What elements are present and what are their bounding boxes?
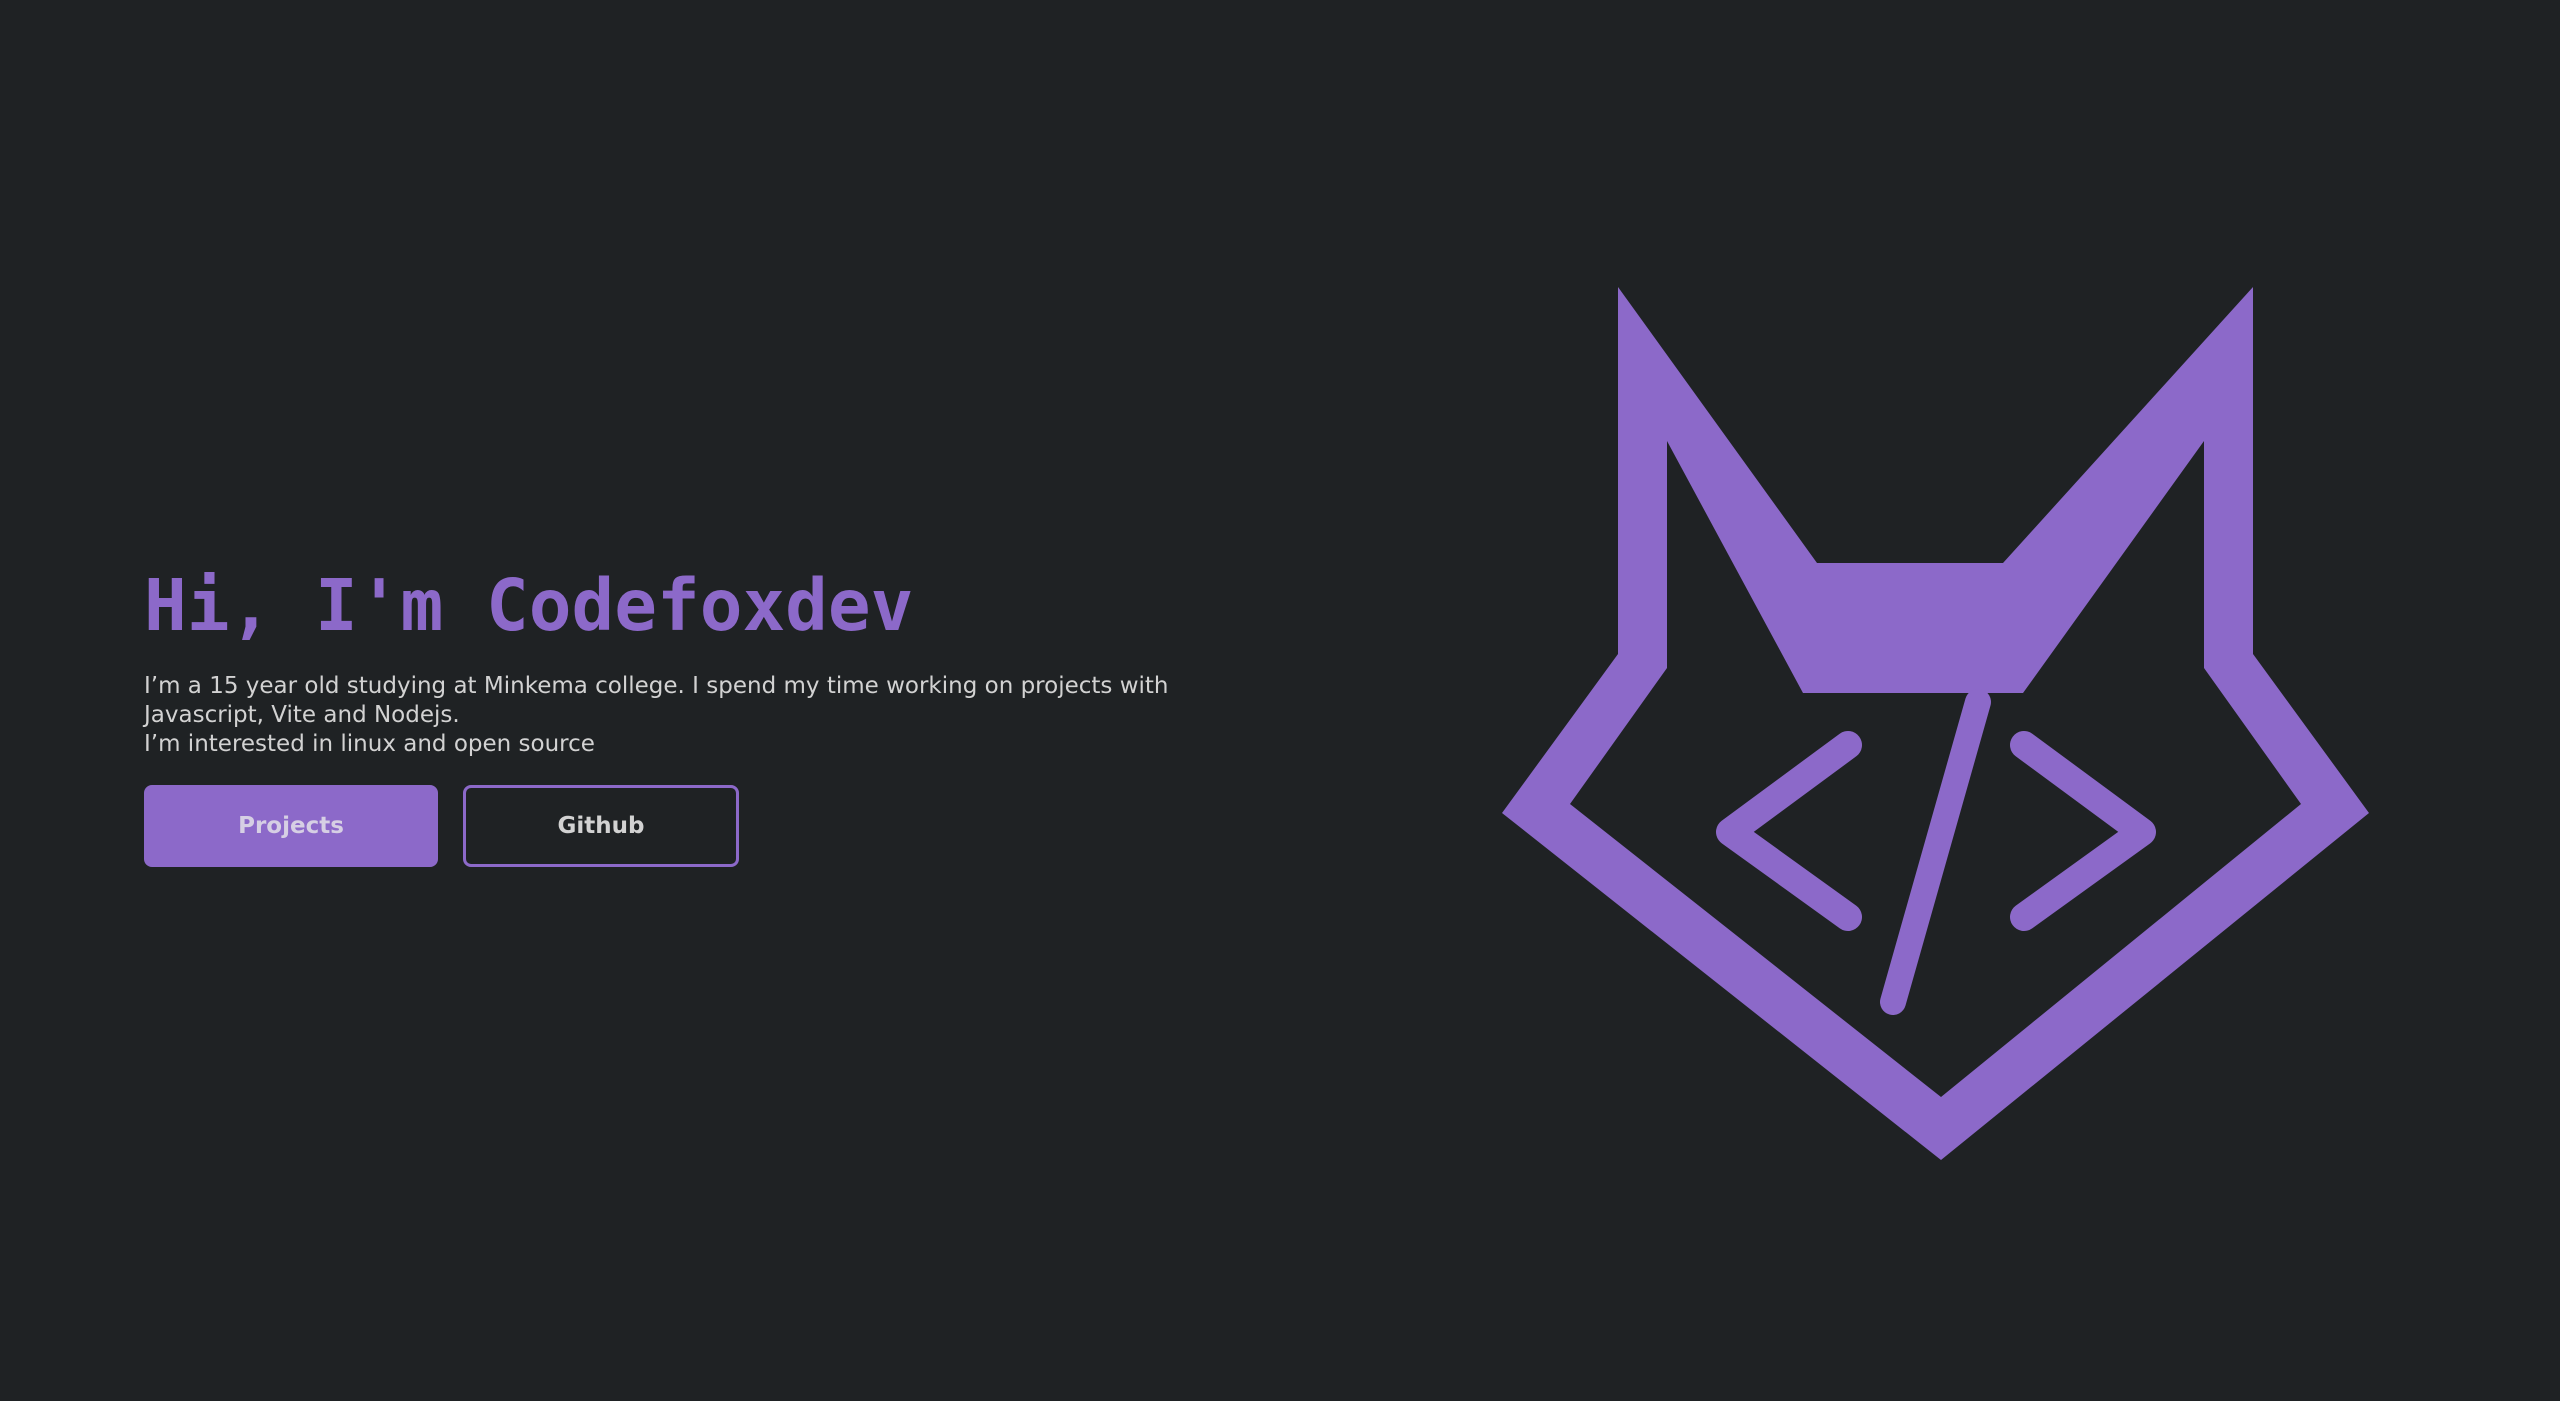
projects-button[interactable]: Projects (144, 785, 438, 867)
fox-code-logo-icon (1502, 287, 2369, 1160)
bio-line: I’m a 15 year old studying at Minkema co… (144, 673, 1169, 728)
left-chevron (1716, 731, 1862, 931)
right-chevron (2010, 731, 2156, 931)
hero-section: Hi, I'm Codefoxdev I’m a 15 year old stu… (144, 560, 1324, 867)
page-title: Hi, I'm Codefoxdev (144, 564, 914, 647)
slash (1880, 689, 1991, 1015)
fox-head-outline (1502, 287, 2369, 1160)
github-button[interactable]: Github (463, 785, 739, 867)
button-group: Projects Github (144, 785, 1324, 867)
bio-line: I’m interested in linux and open source (144, 731, 595, 757)
bio-text: I’m a 15 year old studying at Minkema co… (144, 672, 1294, 759)
